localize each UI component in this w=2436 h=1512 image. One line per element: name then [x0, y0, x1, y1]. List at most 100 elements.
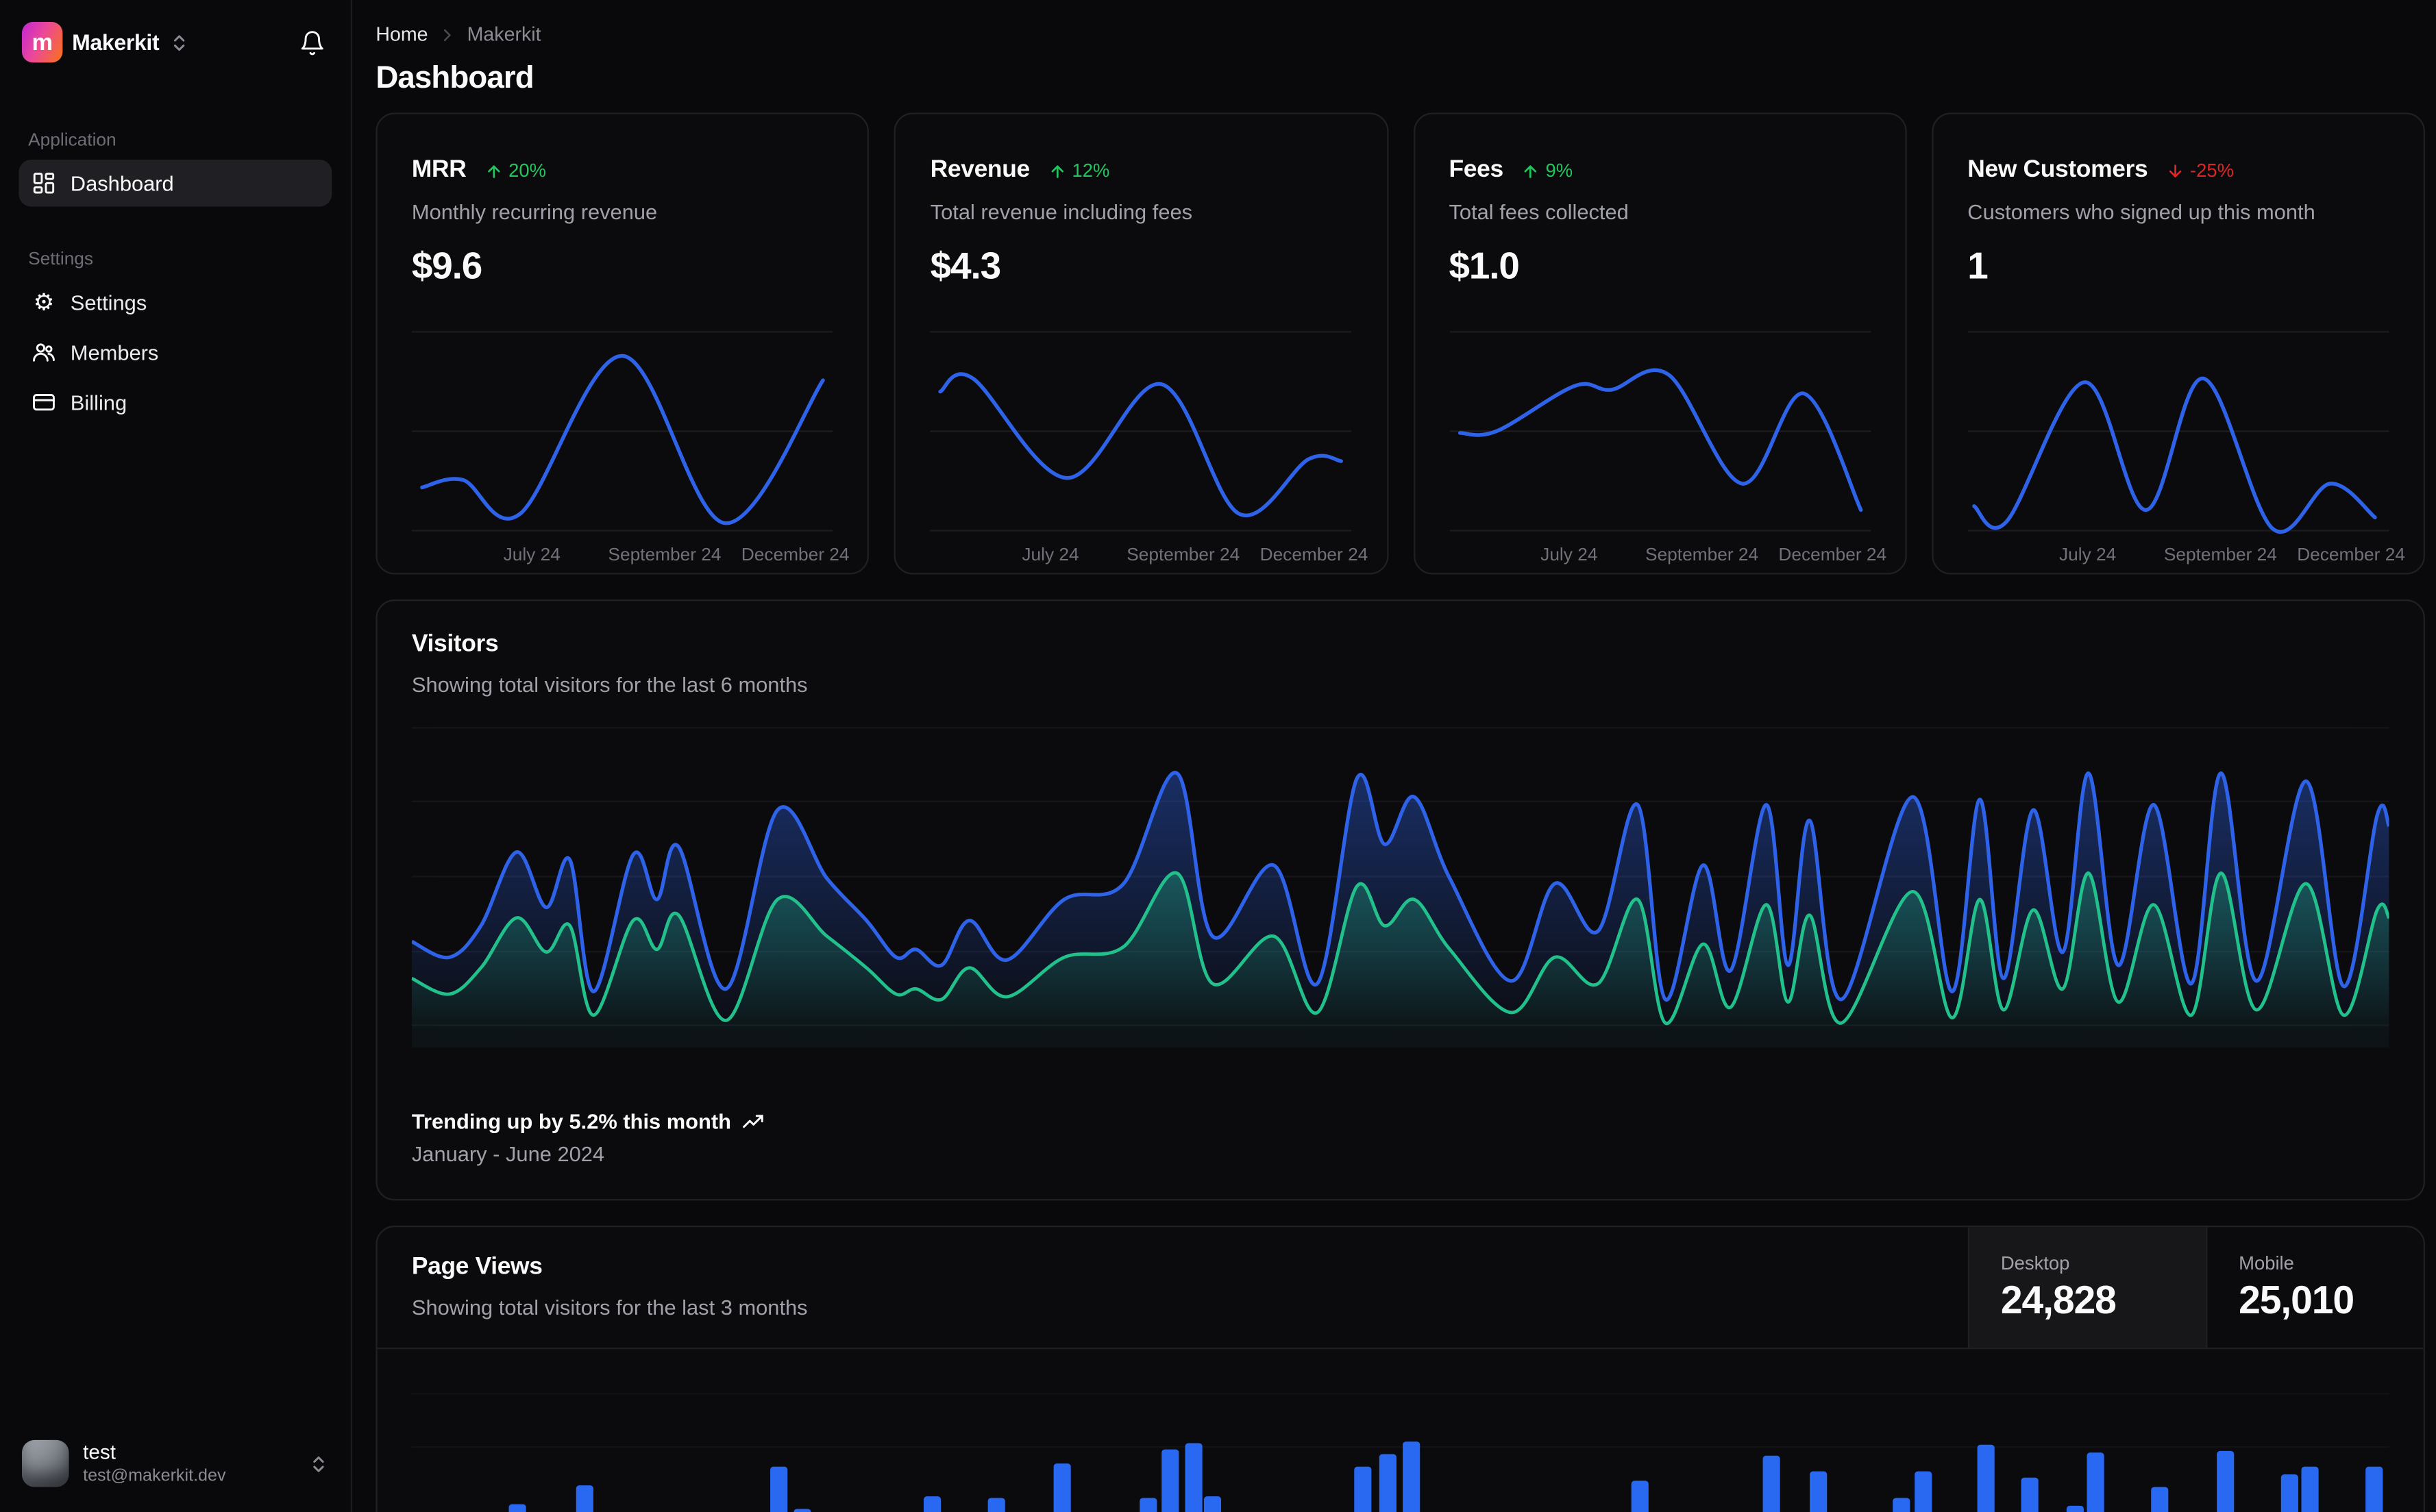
trend-value: 20% — [508, 160, 547, 182]
sidebar-nav-application: Application Dashboard — [19, 132, 332, 210]
stat-card-new-customers: New Customers -25% Customers who signed … — [1931, 112, 2426, 575]
x-tick-label: July 24 — [2058, 546, 2117, 565]
chevron-right-icon — [439, 26, 456, 43]
bell-icon[interactable] — [296, 26, 329, 59]
trend-value: 9% — [1545, 160, 1573, 182]
bar — [1893, 1498, 1910, 1512]
toggle-mobile[interactable]: Mobile 25,010 — [2206, 1227, 2424, 1348]
x-tick-label: December 24 — [1259, 546, 1368, 565]
bar — [2302, 1466, 2320, 1512]
sidebar-item-settings[interactable]: ⚙︎ Settings — [19, 279, 332, 326]
page-title: Dashboard — [376, 61, 534, 96]
x-tick-label: July 24 — [1022, 546, 1079, 565]
toggle-value: 24,828 — [2000, 1278, 2117, 1323]
toggle-desktop[interactable]: Desktop 24,828 — [1967, 1227, 2206, 1348]
visitors-subtitle: Showing total visitors for the last 6 mo… — [411, 673, 808, 697]
bar — [1204, 1496, 1222, 1512]
bar — [1762, 1455, 1780, 1512]
visitors-card: Visitors Showing total visitors for the … — [376, 599, 2426, 1201]
layout-dashboard-icon — [32, 171, 57, 196]
bar — [1914, 1471, 1932, 1512]
new-customers-sparkline-chart: July 24 September 24 December 24 — [1967, 329, 2405, 571]
bar — [2086, 1452, 2104, 1512]
bar — [1139, 1498, 1157, 1512]
bar — [2021, 1477, 2039, 1512]
stat-subtitle: Total fees collected — [1449, 200, 1629, 224]
breadcrumb: Home Makerkit — [376, 22, 2425, 47]
bar — [1378, 1454, 1397, 1512]
bar — [924, 1496, 942, 1512]
dashboard-page: m Makerkit Application Dashboard Setting… — [0, 0, 2436, 1512]
chevrons-up-down-icon — [308, 1453, 329, 1474]
breadcrumb-current: Makerkit — [467, 23, 541, 46]
trend-value: 12% — [1072, 160, 1110, 182]
bar — [770, 1466, 787, 1512]
user-name: test — [83, 1439, 116, 1464]
stat-value: $1.0 — [1449, 245, 1519, 288]
logo-letter: m — [32, 29, 53, 56]
visitors-trend-text: Trending up by 5.2% this month — [411, 1109, 731, 1134]
avatar — [21, 1439, 69, 1487]
sidebar-item-label: Members — [70, 340, 159, 364]
x-tick-label: December 24 — [1778, 546, 1887, 565]
bar — [1402, 1441, 1420, 1512]
x-axis-labels: July 24 September 24 December 24 — [931, 546, 1368, 571]
sidebar: m Makerkit Application Dashboard Setting… — [0, 0, 353, 1512]
bar — [2152, 1487, 2169, 1512]
workspace-switcher[interactable]: m Makerkit — [21, 21, 189, 63]
sidebar-nav-settings: Settings ⚙︎ Settings Members Billing — [19, 251, 332, 429]
x-tick-label: July 24 — [503, 546, 561, 565]
stat-title: New Customers — [1967, 156, 2148, 184]
credit-card-icon — [32, 390, 57, 415]
x-tick-label: December 24 — [741, 546, 850, 565]
x-tick-label: December 24 — [2297, 546, 2405, 565]
visitors-title: Visitors — [411, 630, 499, 658]
x-axis-labels: July 24 September 24 December 24 — [1449, 546, 1886, 571]
chevrons-up-down-icon — [169, 32, 189, 53]
workspace-name: Makerkit — [72, 29, 160, 55]
stat-title: MRR — [411, 156, 467, 184]
page-views-subtitle: Showing total visitors for the last 3 mo… — [411, 1296, 808, 1320]
stat-value: 1 — [1967, 245, 1989, 288]
revenue-sparkline-chart: July 24 September 24 December 24 — [931, 329, 1368, 571]
toggle-label: Desktop — [2000, 1252, 2070, 1274]
user-info: test test@makerkit.dev — [83, 1440, 225, 1487]
bar — [2217, 1450, 2235, 1512]
bar — [1355, 1466, 1373, 1512]
bar — [508, 1504, 526, 1512]
bar — [2280, 1474, 2298, 1512]
bar — [2365, 1466, 2383, 1512]
users-icon — [32, 340, 57, 365]
trend-badge: 12% — [1048, 160, 1109, 182]
x-axis-labels: July 24 September 24 December 24 — [1967, 546, 2405, 571]
breadcrumb-home-link[interactable]: Home — [376, 22, 428, 47]
x-tick-label: September 24 — [1127, 546, 1240, 565]
trend-value: -25% — [2190, 160, 2235, 182]
stat-subtitle: Total revenue including fees — [930, 200, 1193, 224]
gear-icon: ⚙︎ — [33, 288, 55, 316]
bar — [987, 1498, 1005, 1512]
user-menu-button[interactable]: test test@makerkit.dev — [19, 1434, 332, 1494]
main-content: Home Makerkit Dashboard MRR 20% Monthly … — [352, 0, 2436, 1512]
stat-cards-row: MRR 20% Monthly recurring revenue $9.6 J… — [376, 112, 2426, 575]
trend-badge: 9% — [1522, 160, 1573, 182]
stat-title: Revenue — [930, 156, 1031, 184]
bar — [1161, 1449, 1179, 1512]
page-views-card: Page Views Showing total visitors for th… — [376, 1225, 2426, 1512]
bar — [576, 1485, 593, 1512]
sidebar-header: m Makerkit — [19, 18, 332, 66]
x-axis-labels: July 24 September 24 December 24 — [412, 546, 850, 571]
page-views-header: Page Views Showing total visitors for th… — [377, 1227, 2424, 1350]
arrow-down-icon — [2167, 162, 2184, 179]
sidebar-item-label: Settings — [70, 290, 147, 314]
stat-value: $4.3 — [930, 245, 1001, 288]
sidebar-item-dashboard[interactable]: Dashboard — [19, 160, 332, 207]
sidebar-item-members[interactable]: Members — [19, 329, 332, 376]
visitors-footer: Trending up by 5.2% this month January -… — [412, 1106, 2389, 1169]
stat-subtitle: Monthly recurring revenue — [411, 200, 658, 224]
arrow-up-icon — [1048, 162, 1066, 179]
sidebar-item-billing[interactable]: Billing — [19, 379, 332, 426]
trend-badge: -25% — [2167, 160, 2234, 182]
bar — [1185, 1443, 1203, 1512]
stat-card-mrr: MRR 20% Monthly recurring revenue $9.6 J… — [376, 112, 870, 575]
